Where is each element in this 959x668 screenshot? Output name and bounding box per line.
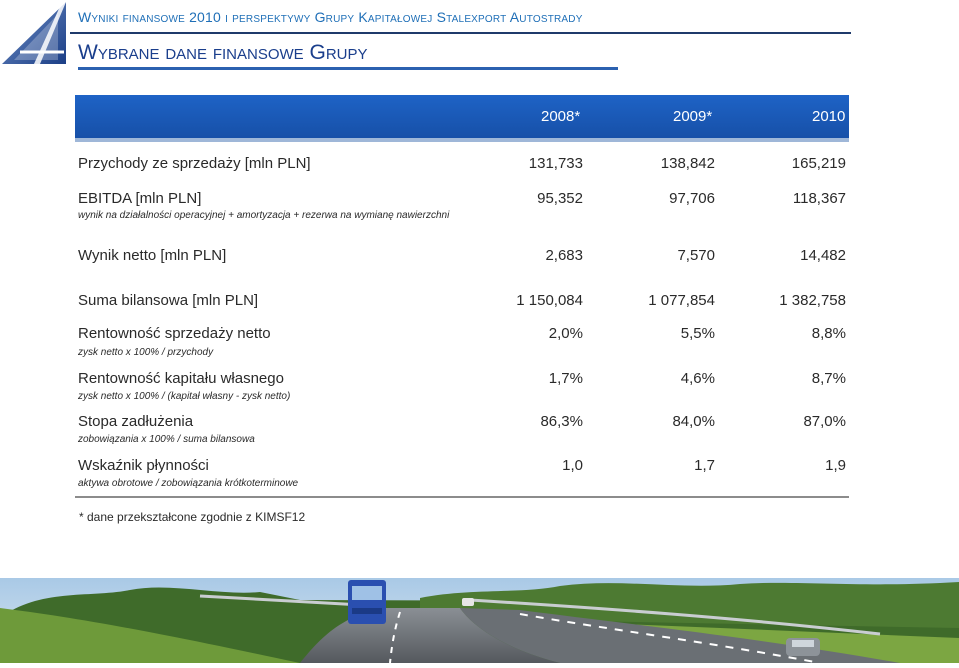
cell-2008: 95,352 xyxy=(537,190,583,207)
row-label: Rentowność sprzedaży netto xyxy=(78,325,271,342)
row-formula: zysk netto x 100% / przychody xyxy=(78,347,214,358)
row-label: Przychody ze sprzedaży [mln PLN] xyxy=(78,155,311,172)
cell-2009: 97,706 xyxy=(669,190,715,207)
cell-2009: 7,570 xyxy=(677,247,715,264)
section-title: Wybrane dane finansowe Grupy xyxy=(78,41,368,64)
cell-2010: 8,7% xyxy=(811,370,846,387)
row-label: Wynik netto [mln PLN] xyxy=(78,247,227,264)
cell-2009: 4,6% xyxy=(680,370,715,387)
column-header-2009: 2009* xyxy=(673,108,713,125)
row-label: Suma bilansowa [mln PLN] xyxy=(78,292,259,309)
cell-2010: 118,367 xyxy=(792,190,846,207)
header-title: Wyniki finansowe 2010 i perspektywy Grup… xyxy=(78,9,583,25)
cell-2009: 84,0% xyxy=(672,413,715,430)
cell-2010: 1,9 xyxy=(825,457,846,474)
company-logo xyxy=(0,0,70,66)
cell-2008: 2,0% xyxy=(548,325,583,342)
footnote: * dane przekształcone zgodnie z KIMSF12 xyxy=(79,510,306,524)
cell-2009: 138,842 xyxy=(660,155,715,172)
cell-2009: 1,7 xyxy=(694,457,715,474)
cell-2010: 8,8% xyxy=(811,325,846,342)
table-header: 2008* 2009* 2010 xyxy=(75,95,849,138)
cell-2008: 1,0 xyxy=(562,457,583,474)
row-label: EBITDA [mln PLN] xyxy=(78,190,202,207)
row-label: Wskaźnik płynności xyxy=(78,457,209,474)
column-header-2010: 2010 xyxy=(812,108,846,125)
table-header-rule xyxy=(75,138,849,142)
cell-2008: 2,683 xyxy=(545,247,583,264)
row-formula: wynik na działalności operacyjnej + amor… xyxy=(78,210,450,221)
row-label: Stopa zadłużenia xyxy=(78,413,194,430)
row-formula: zysk netto x 100% / (kapitał własny - zy… xyxy=(78,391,291,402)
cell-2010: 14,482 xyxy=(800,247,846,264)
column-header-2008: 2008* xyxy=(541,108,581,125)
header-rule xyxy=(70,32,851,34)
row-formula: zobowiązania x 100% / suma bilansowa xyxy=(78,434,255,445)
row-formula: aktywa obrotowe / zobowiązania krótkoter… xyxy=(78,478,299,489)
highway-photo xyxy=(0,578,959,664)
financial-table: 2008* 2009* 2010 Przychody ze sprzedaży … xyxy=(75,95,849,489)
cell-2009: 5,5% xyxy=(680,325,715,342)
row-label: Rentowność kapitału własnego xyxy=(78,370,284,387)
cell-2008: 1 150,084 xyxy=(516,292,583,309)
cell-2010: 165,219 xyxy=(791,155,846,172)
cell-2008: 131,733 xyxy=(528,155,583,172)
section-title-underline xyxy=(78,67,618,70)
cell-2010: 87,0% xyxy=(803,413,846,430)
cell-2008: 86,3% xyxy=(540,413,583,430)
cell-2008: 1,7% xyxy=(548,370,583,387)
table-bottom-rule xyxy=(75,496,849,498)
cell-2010: 1 382,758 xyxy=(779,292,846,309)
cell-2009: 1 077,854 xyxy=(648,292,715,309)
